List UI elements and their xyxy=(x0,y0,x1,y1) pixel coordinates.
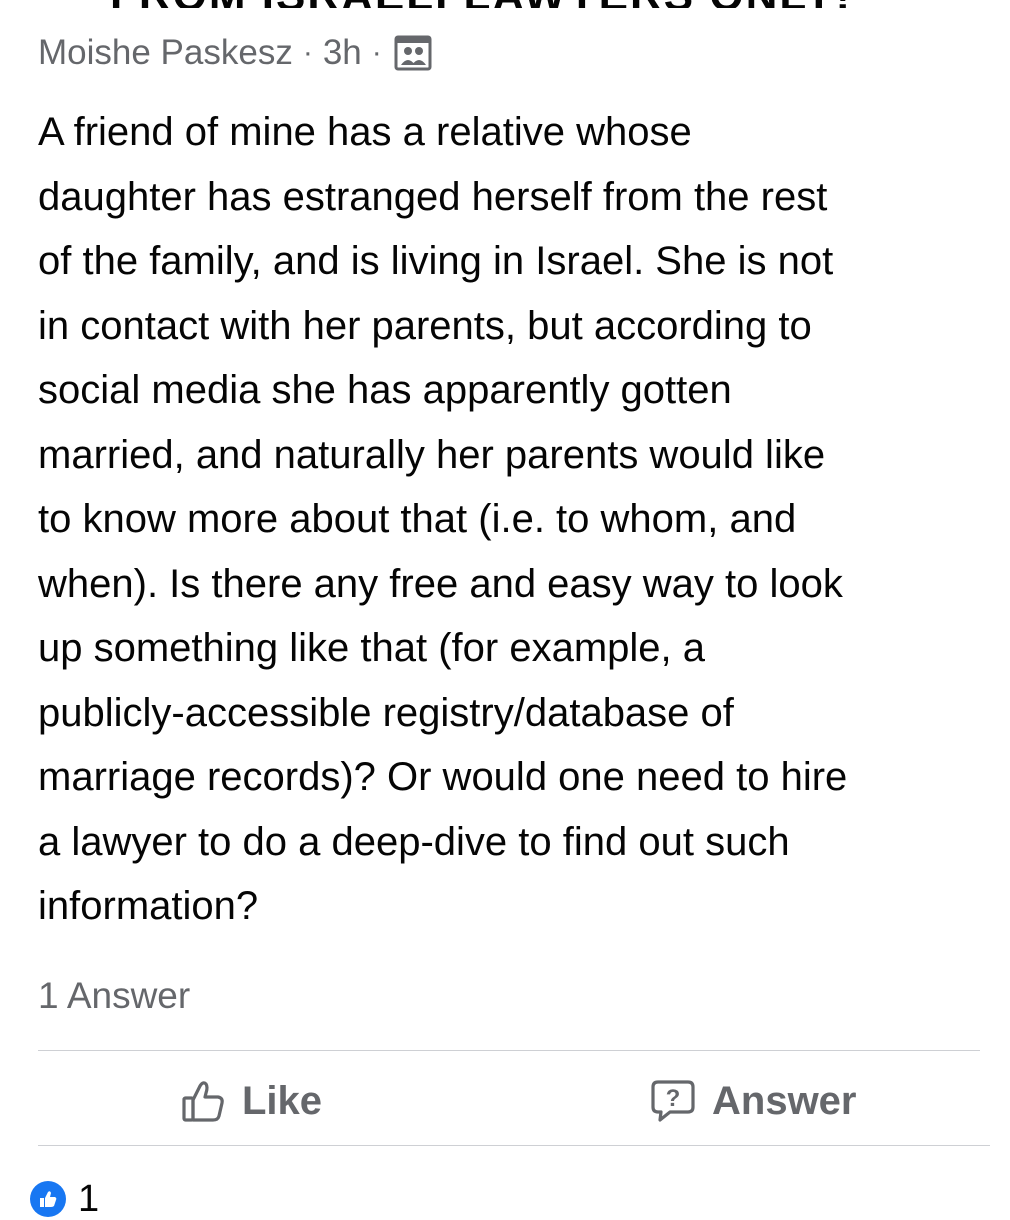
meta-separator-2: · xyxy=(371,36,382,69)
divider-bottom xyxy=(38,1145,990,1146)
post-meta: Moishe Paskesz · 3h · xyxy=(38,28,432,78)
divider-top xyxy=(38,1050,980,1051)
action-bar: Like ? Answer xyxy=(38,1060,980,1142)
reaction-count: 1 xyxy=(78,1178,100,1220)
question-bubble-icon: ? xyxy=(651,1080,695,1122)
post-time[interactable]: 3h xyxy=(323,33,362,73)
svg-text:?: ? xyxy=(666,1085,681,1112)
like-button[interactable]: Like xyxy=(38,1060,510,1142)
answers-count[interactable]: 1 Answer xyxy=(38,975,190,1017)
author-name[interactable]: Moishe Paskesz xyxy=(38,33,293,73)
like-badge-icon xyxy=(30,1181,66,1217)
group-icon xyxy=(394,35,432,71)
like-label: Like xyxy=(242,1078,323,1123)
reaction-summary[interactable]: 1 xyxy=(30,1180,99,1218)
post-body: A friend of mine has a relative whose da… xyxy=(38,110,848,928)
post-title-cropped: FROM ISRAELI LAWYERS ONLY! xyxy=(110,0,870,8)
meta-separator: · xyxy=(302,36,313,69)
answer-button[interactable]: ? Answer xyxy=(510,1060,980,1142)
answer-label: Answer xyxy=(712,1078,857,1123)
thumbs-up-icon xyxy=(182,1081,224,1122)
